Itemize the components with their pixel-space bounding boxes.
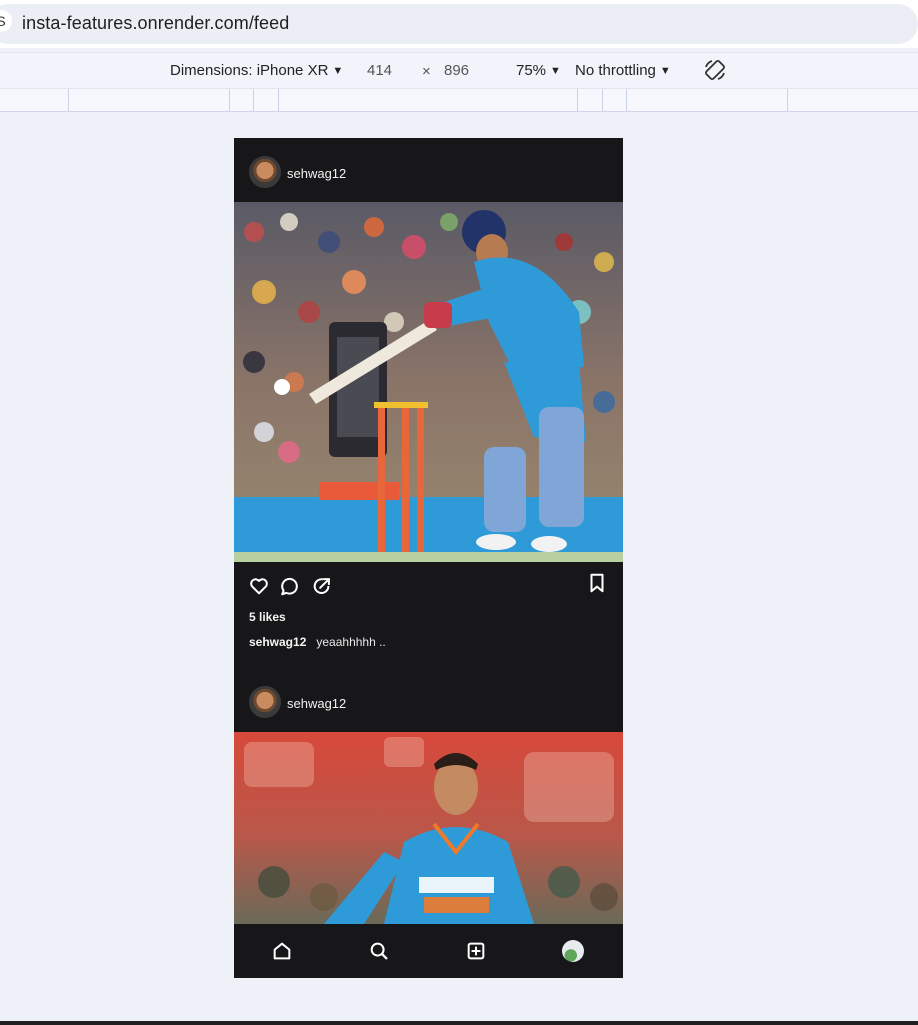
media-query-ruler (0, 88, 918, 112)
post-caption: sehwag12 yeaahhhhh .. (249, 635, 386, 649)
phone-viewport: sehwag12 5 likes sehwag12 yeaahhhhh .. s… (234, 138, 623, 978)
height-input[interactable]: 896 (444, 62, 469, 79)
device-toolbar: Dimensions: iPhone XR ▼ 414 × 896 75% ▼ No… (0, 52, 918, 89)
dimensions-label: Dimensions: iPhone XR (170, 62, 329, 79)
post-username[interactable]: sehwag12 (287, 696, 346, 711)
zoom-label: 75% (516, 62, 547, 79)
browser-url-bar: S insta-features.onrender.com/feed (0, 0, 918, 48)
bottom-nav (234, 924, 623, 978)
profile-avatar[interactable] (562, 940, 584, 962)
post-image[interactable] (234, 732, 623, 924)
times-sign: × (422, 63, 431, 80)
home-icon[interactable] (271, 940, 293, 962)
likes-count[interactable]: 5 likes (249, 610, 286, 624)
dimensions-dropdown[interactable]: Dimensions: iPhone XR ▼ (170, 62, 343, 79)
window-bottom-border (0, 1021, 918, 1025)
caption-username[interactable]: sehwag12 (249, 635, 306, 649)
add-post-icon[interactable] (465, 940, 487, 962)
post-header: sehwag12 (234, 138, 623, 202)
url-text[interactable]: insta-features.onrender.com/feed (22, 13, 289, 34)
caret-down-icon: ▼ (659, 65, 671, 77)
post-username[interactable]: sehwag12 (287, 166, 346, 181)
throttling-label: No throttling (575, 62, 656, 79)
share-icon[interactable] (311, 575, 333, 597)
rotate-icon[interactable] (703, 58, 727, 82)
avatar[interactable] (249, 156, 281, 188)
post-image[interactable] (234, 202, 623, 562)
width-input[interactable]: 414 (367, 62, 392, 79)
caret-down-icon: ▼ (550, 65, 561, 77)
caption-text: yeaahhhhh .. (316, 635, 386, 649)
throttling-dropdown[interactable]: No throttling ▼ (575, 62, 671, 79)
avatar[interactable] (249, 686, 281, 718)
search-icon[interactable] (368, 940, 390, 962)
bookmark-icon[interactable] (586, 572, 608, 594)
post-header: sehwag12 (234, 668, 623, 732)
heart-icon[interactable] (248, 575, 270, 597)
caret-down-icon: ▼ (332, 65, 344, 77)
comment-icon[interactable] (279, 575, 301, 597)
post-actions (234, 572, 623, 604)
zoom-dropdown[interactable]: 75% ▼ (516, 62, 561, 79)
